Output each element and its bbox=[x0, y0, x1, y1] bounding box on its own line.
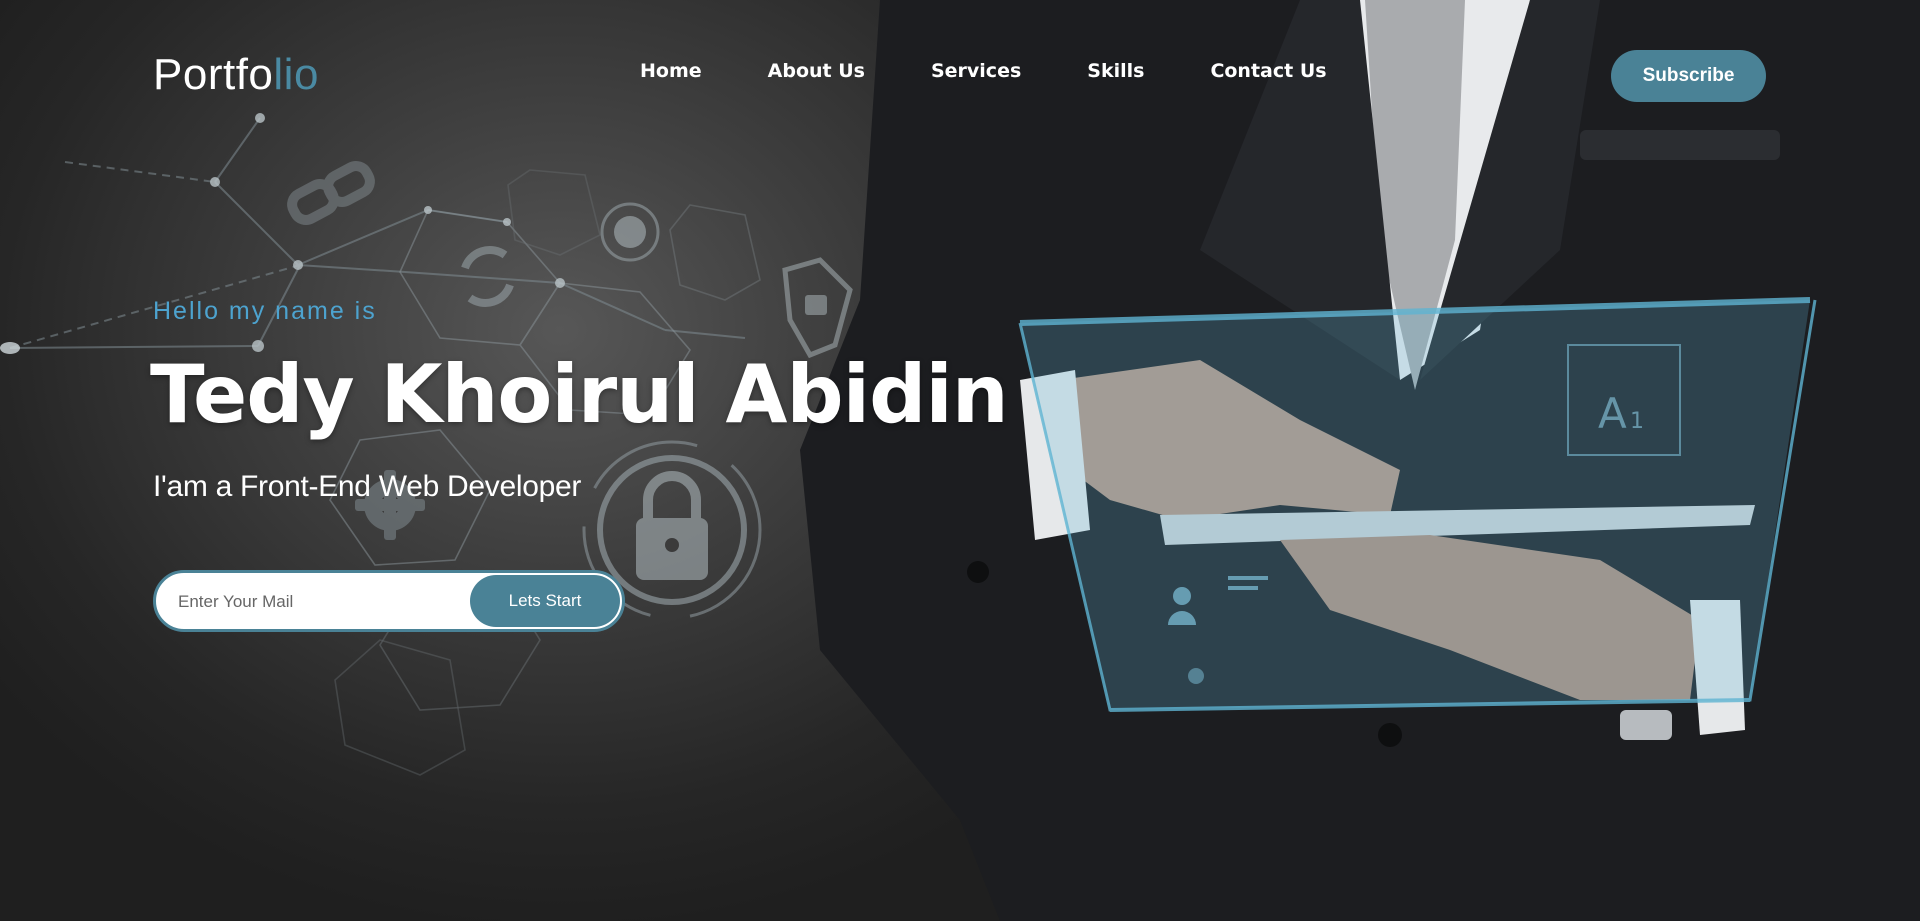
email-input[interactable] bbox=[176, 587, 460, 617]
logo-accent: lio bbox=[273, 50, 319, 99]
hero-illustration: A 1 bbox=[0, 0, 1920, 921]
logo-main: Portfo bbox=[153, 50, 274, 99]
touch-icon bbox=[600, 202, 660, 262]
main-nav: Home About Us Services Skills Contact Us bbox=[640, 60, 1327, 82]
nav-services[interactable]: Services bbox=[931, 60, 1021, 82]
nav-contact-us[interactable]: Contact Us bbox=[1210, 60, 1326, 82]
hero-name: Tedy Khoirul Abidin bbox=[150, 348, 1009, 441]
nav-home[interactable]: Home bbox=[640, 60, 702, 82]
hologram-glow bbox=[1020, 300, 1810, 710]
logo[interactable]: Portfolio bbox=[153, 50, 319, 100]
nav-skills[interactable]: Skills bbox=[1087, 60, 1144, 82]
svg-text:1: 1 bbox=[1630, 409, 1644, 434]
email-signup-form: Lets Start bbox=[153, 570, 625, 632]
font-widget-label: A bbox=[1598, 389, 1627, 438]
lets-start-button[interactable]: Lets Start bbox=[470, 575, 620, 627]
shield-icon bbox=[782, 257, 853, 359]
link-icon bbox=[287, 161, 375, 225]
nav-about-us[interactable]: About Us bbox=[768, 60, 865, 82]
hero-role: I'am a Front-End Web Developer bbox=[153, 470, 582, 503]
hero-greeting: Hello my name is bbox=[153, 297, 377, 325]
subscribe-button[interactable]: Subscribe bbox=[1611, 50, 1766, 102]
